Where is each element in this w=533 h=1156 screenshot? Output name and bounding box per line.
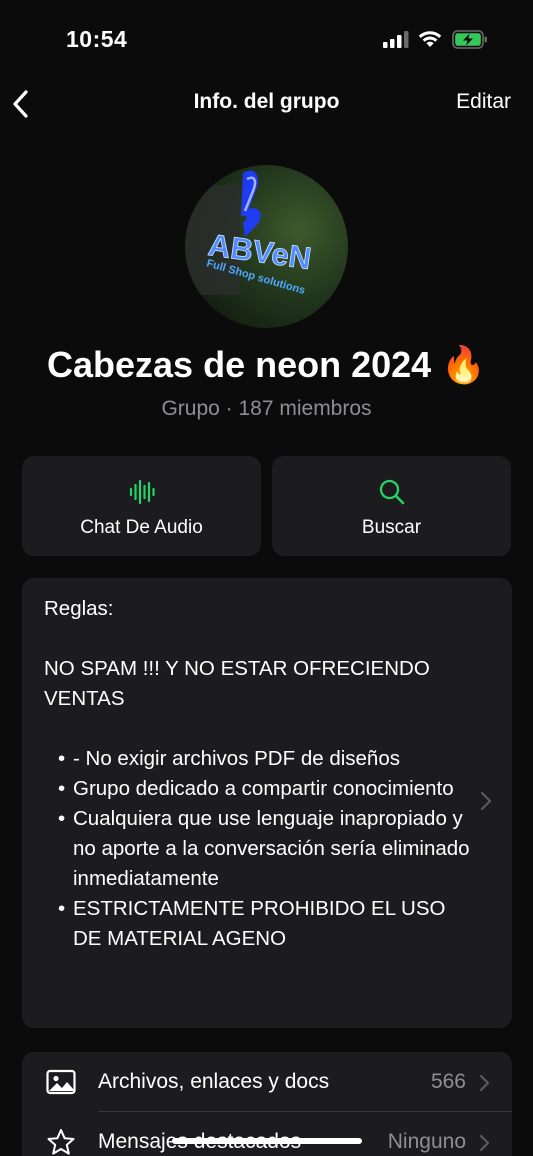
files-links-docs-row[interactable]: Archivos, enlaces y docs 566 [22, 1052, 512, 1112]
description-heading: Reglas: [44, 597, 114, 620]
group-avatar[interactable]: ABVeN Full Shop solutions [185, 165, 348, 328]
navigation-bar: Info. del grupo Editar [0, 80, 533, 126]
search-icon [379, 479, 404, 505]
star-icon [47, 1129, 75, 1155]
battery-charging-icon [452, 30, 487, 49]
wifi-icon [418, 31, 442, 47]
status-bar: 10:54 [0, 0, 533, 80]
home-indicator[interactable] [172, 1138, 362, 1144]
group-description-card[interactable]: Reglas: NO SPAM !!! Y NO ESTAR OFRECIEND… [22, 578, 512, 1028]
cellular-signal-icon [383, 31, 409, 48]
chevron-right-icon [479, 1074, 490, 1092]
search-label: Buscar [361, 517, 422, 538]
files-label: Archivos, enlaces y docs [98, 1070, 330, 1093]
starred-messages-row[interactable]: Mensajes destacados Ninguno [22, 1112, 512, 1156]
rule-item: • Grupo dedicado a compartir conocimiento [58, 777, 454, 800]
rule-item: • ESTRICTAMENTE PROHIBIDO EL USO DE MATER… [58, 897, 446, 950]
chevron-right-icon [480, 791, 492, 811]
edit-button[interactable]: Editar [456, 90, 511, 114]
status-time: 10:54 [66, 26, 128, 52]
rule-item: • - No exigir archivos PDF de diseños [58, 747, 400, 770]
starred-messages-value: Ninguno [387, 1130, 466, 1153]
audio-chat-button[interactable]: Chat De Audio [22, 456, 261, 556]
photo-icon [46, 1069, 76, 1095]
audio-chat-label: Chat De Audio [80, 517, 203, 538]
search-button[interactable]: Buscar [272, 456, 511, 556]
group-subtitle: Grupo · 187 miembros [161, 397, 372, 420]
chevron-right-icon [479, 1134, 490, 1152]
rule-item: • Cualquiera que use lenguaje inapropiado… [58, 807, 470, 890]
description-intro: NO SPAM !!! Y NO ESTAR OFRECIENDO VENTAS [44, 657, 430, 710]
files-count: 566 [430, 1070, 466, 1093]
audio-wave-icon [129, 479, 155, 505]
group-name: Cabezas de neon 2024 🔥 [47, 344, 486, 385]
page-title: Info. del grupo [193, 90, 340, 113]
